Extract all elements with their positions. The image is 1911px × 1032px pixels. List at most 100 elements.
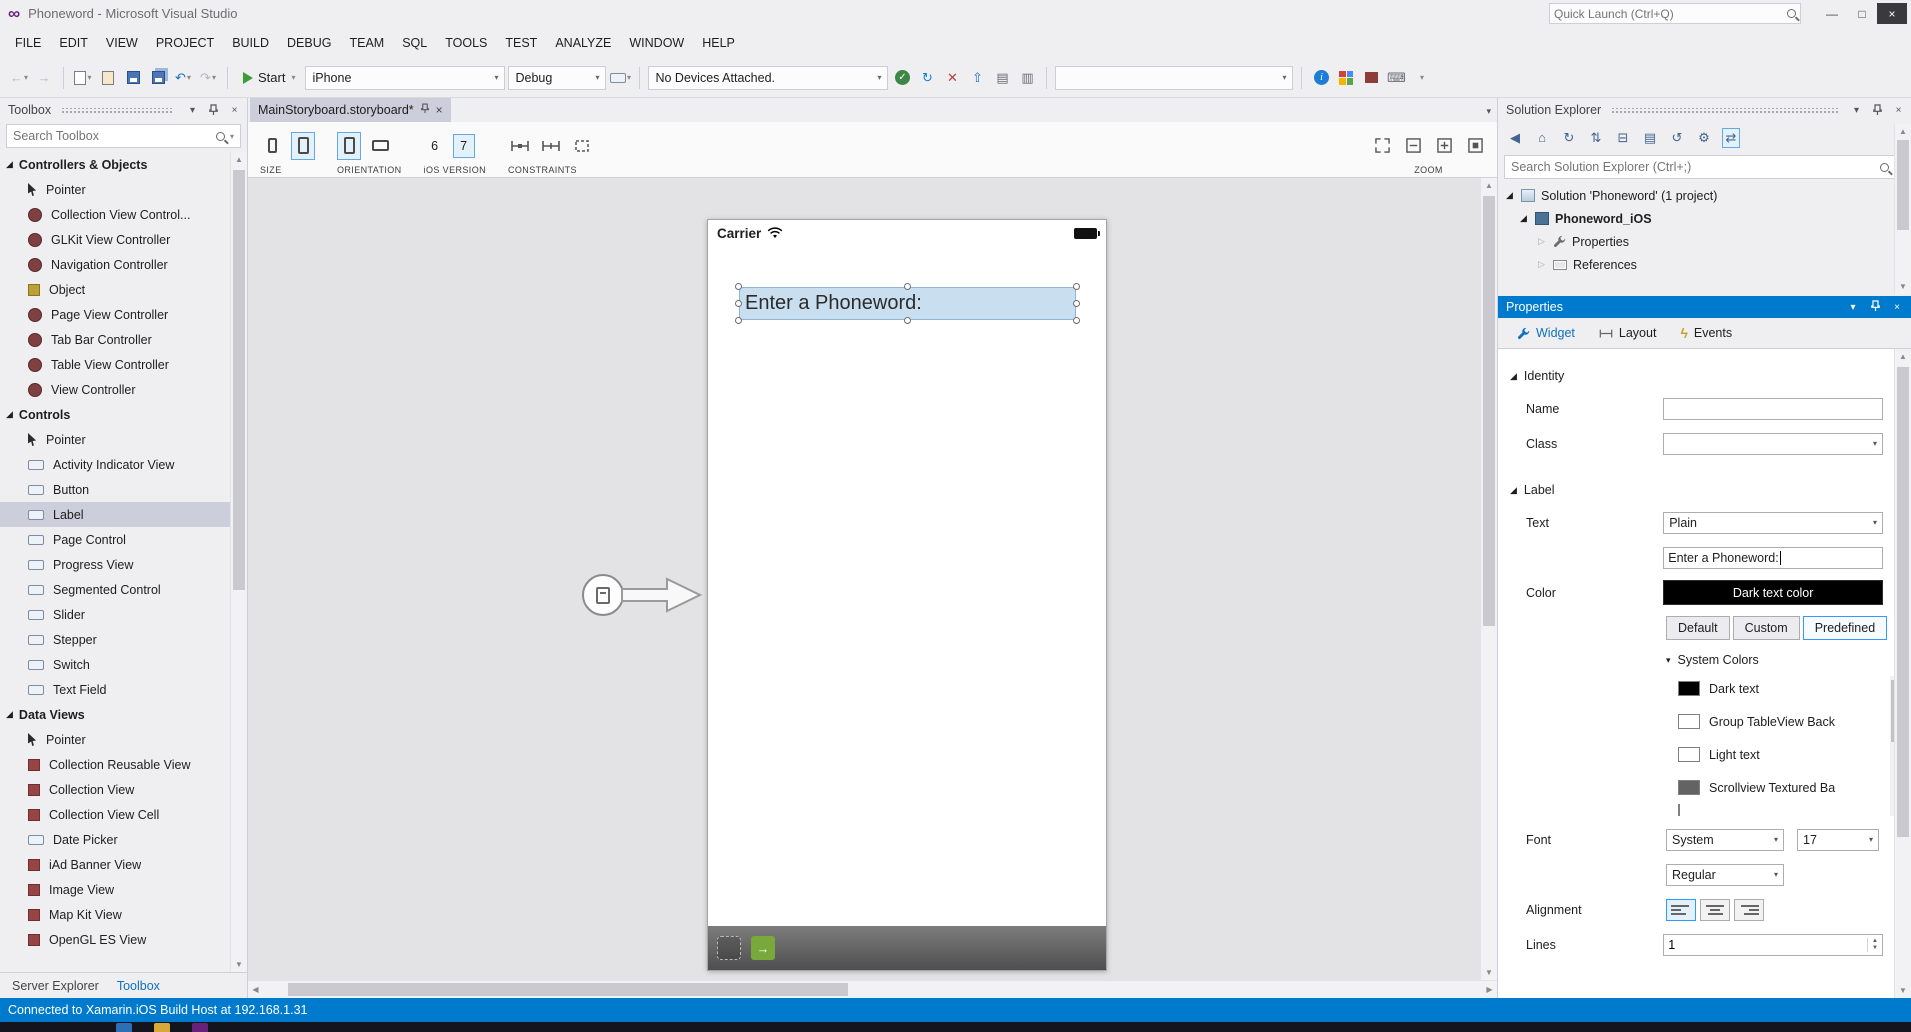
menu-debug[interactable]: DEBUG [278, 31, 340, 55]
toolbox-item-collection-view[interactable]: Collection View [0, 777, 230, 802]
toolbox-item-page-view-controller[interactable]: Page View Controller [0, 302, 230, 327]
toolbox-item-page-control[interactable]: Page Control [0, 527, 230, 552]
toolbox-search-input[interactable] [13, 129, 212, 143]
menu-sql[interactable]: SQL [393, 31, 436, 55]
expanded-icon[interactable]: ◢ [1504, 190, 1515, 201]
toolbox-item-table-view-controller[interactable]: Table View Controller [0, 352, 230, 377]
show-all-files-icon[interactable]: ▤ [1641, 128, 1659, 148]
close-button[interactable]: × [1877, 3, 1907, 24]
menu-file[interactable]: FILE [6, 31, 50, 55]
toolbox-item-navigation-controller[interactable]: Navigation Controller [0, 252, 230, 277]
toolbox-group-data-views[interactable]: ◢ Data Views [0, 702, 230, 727]
minimize-button[interactable]: — [1817, 3, 1847, 24]
scroll-down-icon[interactable]: ▼ [1481, 965, 1497, 980]
solution-configurations-icon[interactable]: ▤ [991, 66, 1013, 90]
toolbox-search[interactable]: ▾ [6, 124, 241, 148]
resize-handle[interactable] [735, 283, 742, 290]
undo-icon[interactable]: ↶▾ [172, 66, 194, 90]
menu-team[interactable]: TEAM [340, 31, 393, 55]
quick-launch-input[interactable] [1554, 7, 1787, 21]
web-preview-icon[interactable] [1335, 66, 1357, 90]
scroll-down-icon[interactable]: ▼ [1895, 983, 1911, 998]
section-label[interactable]: ◢ Label [1510, 475, 1883, 505]
resize-handle[interactable] [735, 300, 742, 307]
tab-layout[interactable]: Layout [1590, 322, 1666, 344]
refresh-icon[interactable]: ↻ [916, 66, 938, 90]
toolbar-overflow-icon[interactable]: ▾ [1410, 66, 1432, 90]
name-input[interactable] [1663, 398, 1883, 420]
custom-button[interactable]: Custom [1733, 616, 1800, 640]
back-icon[interactable]: ◀ [1506, 128, 1524, 148]
toolbox-scrollbar[interactable]: ▲ ▼ [230, 152, 247, 972]
menu-project[interactable]: PROJECT [147, 31, 223, 55]
toolbox-item-pointer[interactable]: Pointer [0, 177, 230, 202]
toolbox-item-map-kit-view[interactable]: Map Kit View [0, 902, 230, 927]
info-icon[interactable]: i [1310, 66, 1332, 90]
resize-handle[interactable] [1073, 317, 1080, 324]
quick-launch[interactable] [1549, 3, 1801, 24]
color-option-dark-text[interactable]: Dark text [1666, 672, 1888, 705]
expanded-icon[interactable]: ◢ [1518, 213, 1529, 224]
spin-up-icon[interactable]: ▲ [1872, 938, 1878, 945]
tree-node-references[interactable]: ▷ References [1498, 253, 1911, 276]
tree-node-project[interactable]: ◢ Phoneword_iOS [1498, 207, 1911, 230]
scroll-up-icon[interactable]: ▲ [1895, 349, 1911, 364]
toolbox-item-collection-view-cell[interactable]: Collection View Cell [0, 802, 230, 827]
font-style-combo[interactable]: Regular▾ [1666, 864, 1784, 886]
drag-handle[interactable] [61, 108, 174, 113]
scrollbar-thumb[interactable] [1897, 367, 1909, 837]
predefined-button[interactable]: Predefined [1803, 616, 1887, 640]
toolbox-item-image-view[interactable]: Image View [0, 877, 230, 902]
solution-explorer-search[interactable]: ▾ [1504, 155, 1905, 179]
toolbox-item-collection-reusable-view[interactable]: Collection Reusable View [0, 752, 230, 777]
sync-with-active-document-icon[interactable]: ⇄ [1722, 128, 1740, 148]
collapsed-icon[interactable]: ▷ [1536, 236, 1547, 247]
collapsed-icon[interactable]: ▷ [1536, 259, 1547, 270]
toolbox-item-stepper[interactable]: Stepper [0, 627, 230, 652]
navigate-back-icon[interactable]: ←▾ [8, 66, 30, 90]
tab-server-explorer[interactable]: Server Explorer [4, 975, 107, 997]
font-size-combo[interactable]: 17▾ [1797, 829, 1879, 851]
menu-edit[interactable]: EDIT [50, 31, 96, 55]
build-status-icon[interactable]: ✓ [891, 66, 913, 90]
toolbox-item-pointer[interactable]: Pointer [0, 727, 230, 752]
editor-horizontal-scrollbar[interactable]: ◀ ▶ [248, 980, 1497, 998]
folder-icon[interactable] [154, 1023, 170, 1032]
scroll-up-icon[interactable]: ▲ [1481, 178, 1497, 193]
toolbox-item-view-controller[interactable]: View Controller [0, 377, 230, 402]
scroll-up-icon[interactable]: ▲ [231, 152, 247, 167]
pin-icon[interactable] [1867, 300, 1883, 315]
toolbox-item-glkit-view-controller[interactable]: GLKit View Controller [0, 227, 230, 252]
toolbox-item-object[interactable]: Object [0, 277, 230, 302]
scrollbar-thumb[interactable] [233, 170, 245, 590]
close-icon[interactable]: × [1890, 102, 1907, 119]
constraint-spacing-icon[interactable] [539, 132, 563, 160]
drag-handle[interactable] [1611, 108, 1838, 113]
collapse-all-icon[interactable]: ⊟ [1614, 128, 1632, 148]
find-combo[interactable]: ▾ [1055, 66, 1293, 90]
menu-view[interactable]: VIEW [97, 31, 147, 55]
resize-handle[interactable] [735, 317, 742, 324]
orientation-landscape-icon[interactable] [368, 132, 392, 160]
home-icon[interactable]: ⌂ [1533, 128, 1551, 148]
feedback-icon[interactable] [1360, 66, 1382, 90]
iphone-design-surface[interactable]: Carrier Enter a Phoneword: [707, 219, 1107, 971]
zoom-fit-icon[interactable] [1463, 132, 1487, 160]
solution-explorer-scrollbar[interactable]: ▲ ▼ [1894, 124, 1911, 294]
maximize-button[interactable]: □ [1847, 3, 1877, 24]
tab-widget[interactable]: Widget [1508, 322, 1584, 344]
refresh-icon[interactable]: ↺ [1668, 128, 1686, 148]
align-left-button[interactable] [1666, 899, 1696, 921]
color-option-light-text[interactable]: Light text [1666, 738, 1888, 771]
toolbox-item-opengl-es-view[interactable]: OpenGL ES View [0, 927, 230, 952]
pin-icon[interactable] [205, 102, 222, 119]
browser-icon[interactable] [116, 1023, 132, 1032]
lines-input[interactable] [1664, 938, 1867, 952]
scrollbar-thumb[interactable] [1483, 196, 1495, 626]
tab-toolbox[interactable]: Toolbox [109, 975, 168, 997]
toolbox-item-label[interactable]: Label [0, 502, 230, 527]
text-mode-combo[interactable]: Plain▾ [1663, 512, 1883, 534]
pending-changes-icon[interactable]: ⇅ [1587, 128, 1605, 148]
menu-analyze[interactable]: ANALYZE [546, 31, 620, 55]
window-position-icon[interactable]: ▾ [1848, 102, 1865, 119]
